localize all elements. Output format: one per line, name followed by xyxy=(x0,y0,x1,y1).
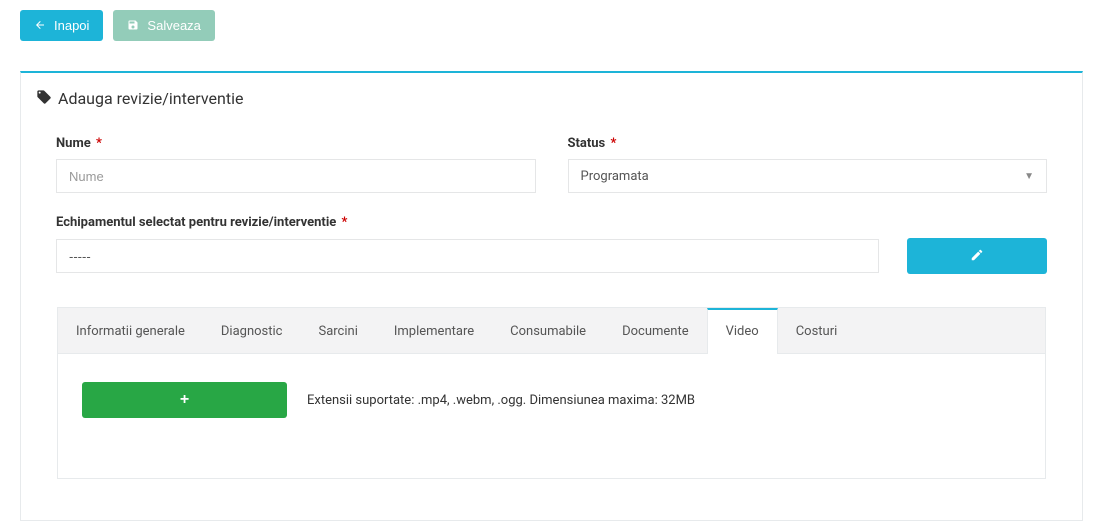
page-title-text: Adauga revizie/interventie xyxy=(58,89,243,108)
top-toolbar: Inapoi Salveaza xyxy=(20,10,1083,41)
tag-icon xyxy=(36,89,52,108)
save-button-label: Salveaza xyxy=(147,18,200,33)
equipment-label: Echipamentul selectat pentru revizie/int… xyxy=(56,215,1047,230)
form-group-status: Status * Programata ▼ xyxy=(568,136,1048,193)
edit-equipment-button[interactable] xyxy=(907,238,1047,274)
back-button-label: Inapoi xyxy=(54,18,89,33)
equipment-input[interactable] xyxy=(56,239,879,273)
tab-list: Informatii generale Diagnostic Sarcini I… xyxy=(57,307,1046,354)
form-row-1: Nume * Status * Programata ▼ xyxy=(56,136,1047,193)
page-title: Adauga revizie/interventie xyxy=(36,89,1067,108)
status-selected-value: Programata xyxy=(581,169,649,184)
equipment-row xyxy=(56,238,1047,274)
save-button[interactable]: Salveaza xyxy=(113,10,214,41)
save-icon xyxy=(127,19,139,33)
caret-down-icon: ▼ xyxy=(1024,171,1034,182)
tabs-container: Informatii generale Diagnostic Sarcini I… xyxy=(56,306,1047,480)
tab-implementare[interactable]: Implementare xyxy=(376,308,492,353)
tab-documente[interactable]: Documente xyxy=(604,308,707,353)
form-group-equipment: Echipamentul selectat pentru revizie/int… xyxy=(56,215,1047,230)
tab-consumabile[interactable]: Consumabile xyxy=(492,308,604,353)
video-help-text: Extensii suportate: .mp4, .webm, .ogg. D… xyxy=(307,393,695,408)
status-select[interactable]: Programata ▼ xyxy=(568,159,1048,193)
add-video-button[interactable]: + xyxy=(82,382,287,418)
tab-content-video: + Extensii suportate: .mp4, .webm, .ogg.… xyxy=(57,354,1046,479)
arrow-left-icon xyxy=(34,19,46,33)
name-input[interactable] xyxy=(56,159,536,193)
name-label: Nume * xyxy=(56,136,536,151)
tab-video[interactable]: Video xyxy=(707,308,778,354)
tab-costuri[interactable]: Costuri xyxy=(778,308,856,353)
back-button[interactable]: Inapoi xyxy=(20,10,103,41)
form-group-name: Nume * xyxy=(56,136,536,193)
pencil-icon xyxy=(970,248,984,264)
main-panel: Adauga revizie/interventie Nume * Status… xyxy=(20,71,1083,521)
plus-icon: + xyxy=(180,391,189,409)
status-label: Status * xyxy=(568,136,1048,151)
tab-sarcini[interactable]: Sarcini xyxy=(300,308,375,353)
form-section: Nume * Status * Programata ▼ Echipamentu… xyxy=(36,136,1067,480)
tab-informatii-generale[interactable]: Informatii generale xyxy=(58,308,203,353)
tab-diagnostic[interactable]: Diagnostic xyxy=(203,308,301,353)
